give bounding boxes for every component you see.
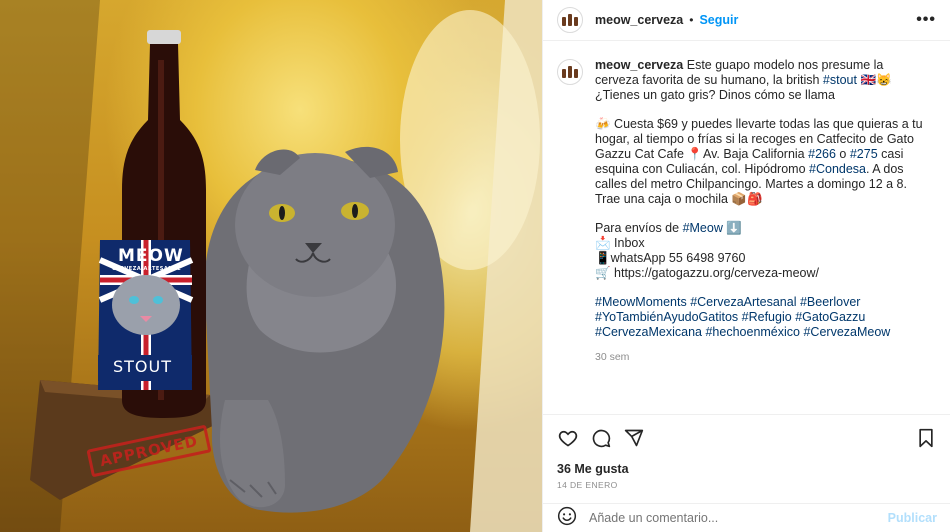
avatar[interactable] bbox=[557, 59, 583, 85]
caption-paragraph-1: meow_cerveza Este guapo modelo nos presu… bbox=[595, 58, 925, 103]
caption-text-segment: ⬇️ bbox=[722, 221, 742, 235]
heart-icon[interactable] bbox=[557, 427, 579, 449]
caption-text: meow_cerveza Este guapo modelo nos presu… bbox=[595, 58, 925, 365]
inbox-line: 📩 Inbox bbox=[595, 236, 645, 250]
follow-button[interactable]: Seguir bbox=[699, 13, 738, 27]
caption-paragraph-3: Para envíos de #Meow ⬇️ 📩 Inbox 📱whatsAp… bbox=[595, 221, 925, 281]
avatar-bottles-icon bbox=[562, 14, 578, 26]
bookmark-icon[interactable] bbox=[915, 427, 937, 449]
like-count[interactable]: 36 Me gusta bbox=[557, 462, 937, 476]
hashtag-link[interactable]: #CervezaArtesanal bbox=[690, 295, 796, 309]
post-date: 14 DE ENERO bbox=[557, 480, 618, 490]
hashtag-link[interactable]: #Refugio bbox=[742, 310, 792, 324]
action-icons-row bbox=[557, 428, 937, 448]
comment-bar: Publicar bbox=[543, 503, 950, 532]
hashtag-link[interactable]: #GatoGazzu bbox=[795, 310, 865, 324]
post-time[interactable]: 30 sem bbox=[595, 350, 925, 365]
caption-text-segment: Para envíos de bbox=[595, 221, 683, 235]
caption-username[interactable]: meow_cerveza bbox=[595, 58, 683, 72]
action-bar: 36 Me gusta 14 DE ENERO bbox=[543, 414, 950, 490]
bottle-style-text: STOUT bbox=[113, 357, 173, 376]
post-image[interactable]: MEOW CERVEZA ARTESANAL STOUT APPROVED bbox=[0, 0, 542, 532]
caption-text-segment: o bbox=[835, 147, 850, 161]
hashtag-link[interactable]: #YoTambiénAyudoGatitos bbox=[595, 310, 738, 324]
caption-paragraph-2: 🍻 Cuesta $69 y puedes llevarte todas las… bbox=[595, 117, 925, 207]
bottle-subtitle-text: CERVEZA ARTESANAL bbox=[112, 266, 181, 272]
more-options-icon[interactable]: ••• bbox=[916, 11, 936, 29]
publish-button[interactable]: Publicar bbox=[888, 511, 937, 525]
hashtag-link[interactable]: #Condesa bbox=[809, 162, 866, 176]
smiley-icon[interactable] bbox=[557, 506, 577, 531]
post-sidebar: meow_cerveza • Seguir ••• meow_cerveza E… bbox=[542, 0, 950, 532]
bottle-brand-text: MEOW bbox=[118, 246, 184, 266]
caption-block: meow_cerveza Este guapo modelo nos presu… bbox=[557, 58, 937, 365]
hashtag-link[interactable]: #MeowMoments bbox=[595, 295, 687, 309]
avatar-bottles-icon bbox=[562, 66, 578, 78]
photo-illustration bbox=[0, 0, 542, 532]
hashtag-link[interactable]: #Beerlover bbox=[800, 295, 860, 309]
comment-input[interactable] bbox=[589, 511, 869, 525]
post-header: meow_cerveza • Seguir ••• bbox=[543, 0, 950, 41]
hashtag-link[interactable]: #Meow bbox=[683, 221, 723, 235]
hashtag-link[interactable]: #hechoenméxico bbox=[705, 325, 800, 339]
url-line: 🛒 https://gatogazzu.org/cerveza-meow/ bbox=[595, 266, 819, 280]
send-icon[interactable] bbox=[623, 427, 645, 449]
hashtag-list: #MeowMoments #CervezaArtesanal #Beerlove… bbox=[595, 295, 925, 340]
hashtag-link[interactable]: #266 bbox=[808, 147, 836, 161]
hashtag-link[interactable]: #CervezaMexicana bbox=[595, 325, 702, 339]
hashtag-link[interactable]: #CervezaMeow bbox=[803, 325, 890, 339]
header-username[interactable]: meow_cerveza bbox=[595, 13, 683, 27]
separator-dot: • bbox=[689, 13, 694, 27]
comment-icon[interactable] bbox=[590, 427, 612, 449]
hashtag-link[interactable]: #275 bbox=[850, 147, 878, 161]
hashtag-link[interactable]: #stout bbox=[823, 73, 857, 87]
avatar[interactable] bbox=[557, 7, 583, 33]
whatsapp-line: 📱whatsApp 55 6498 9760 bbox=[595, 251, 746, 265]
